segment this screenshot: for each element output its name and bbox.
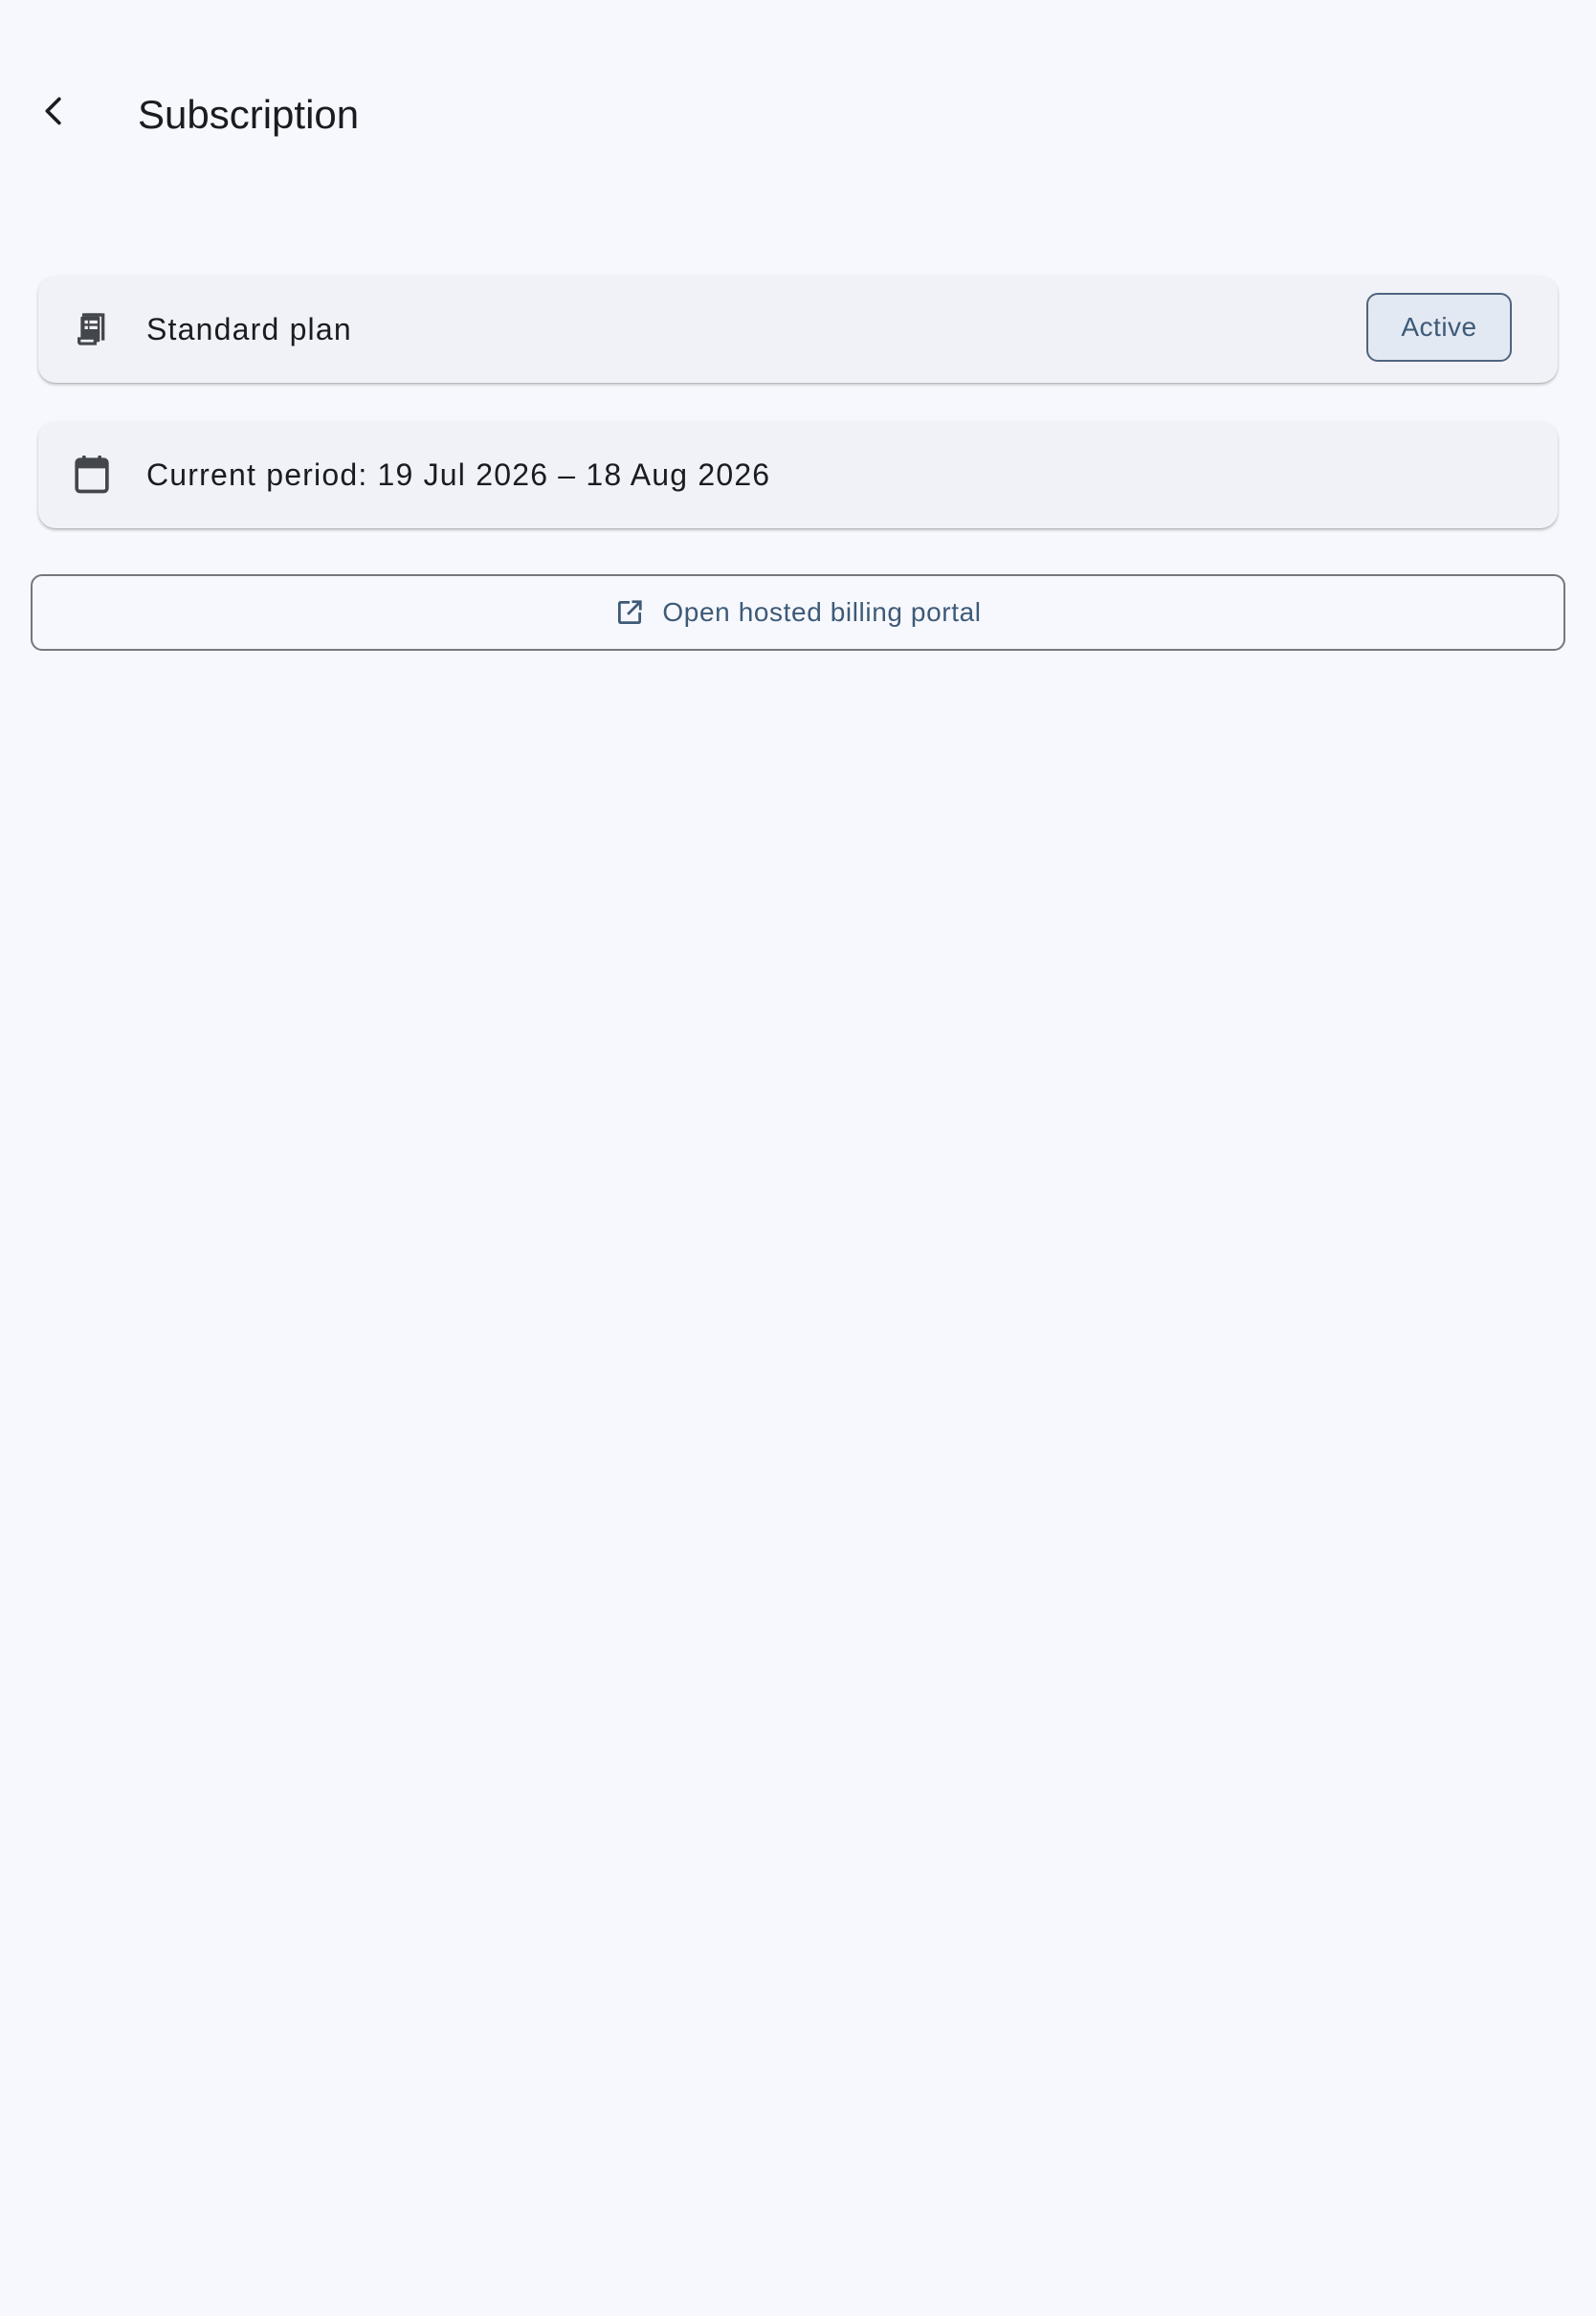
calendar-icon: [71, 454, 113, 496]
period-card: Current period: 19 Jul 2026 – 18 Aug 202…: [38, 421, 1558, 528]
app-bar: Subscription: [0, 57, 1596, 172]
back-button[interactable]: [19, 78, 88, 147]
receipt-icon: [71, 308, 113, 350]
open-in-new-icon: [614, 597, 645, 628]
current-period: Current period: 19 Jul 2026 – 18 Aug 202…: [146, 457, 771, 492]
status-badge: Active: [1366, 293, 1512, 362]
open-billing-portal-button[interactable]: Open hosted billing portal: [31, 574, 1565, 651]
page-title: Subscription: [138, 92, 360, 137]
plan-name: Standard plan: [146, 312, 352, 346]
chevron-left-icon: [34, 92, 73, 135]
plan-card: Standard plan Active: [38, 276, 1558, 383]
portal-button-label: Open hosted billing portal: [662, 597, 982, 627]
